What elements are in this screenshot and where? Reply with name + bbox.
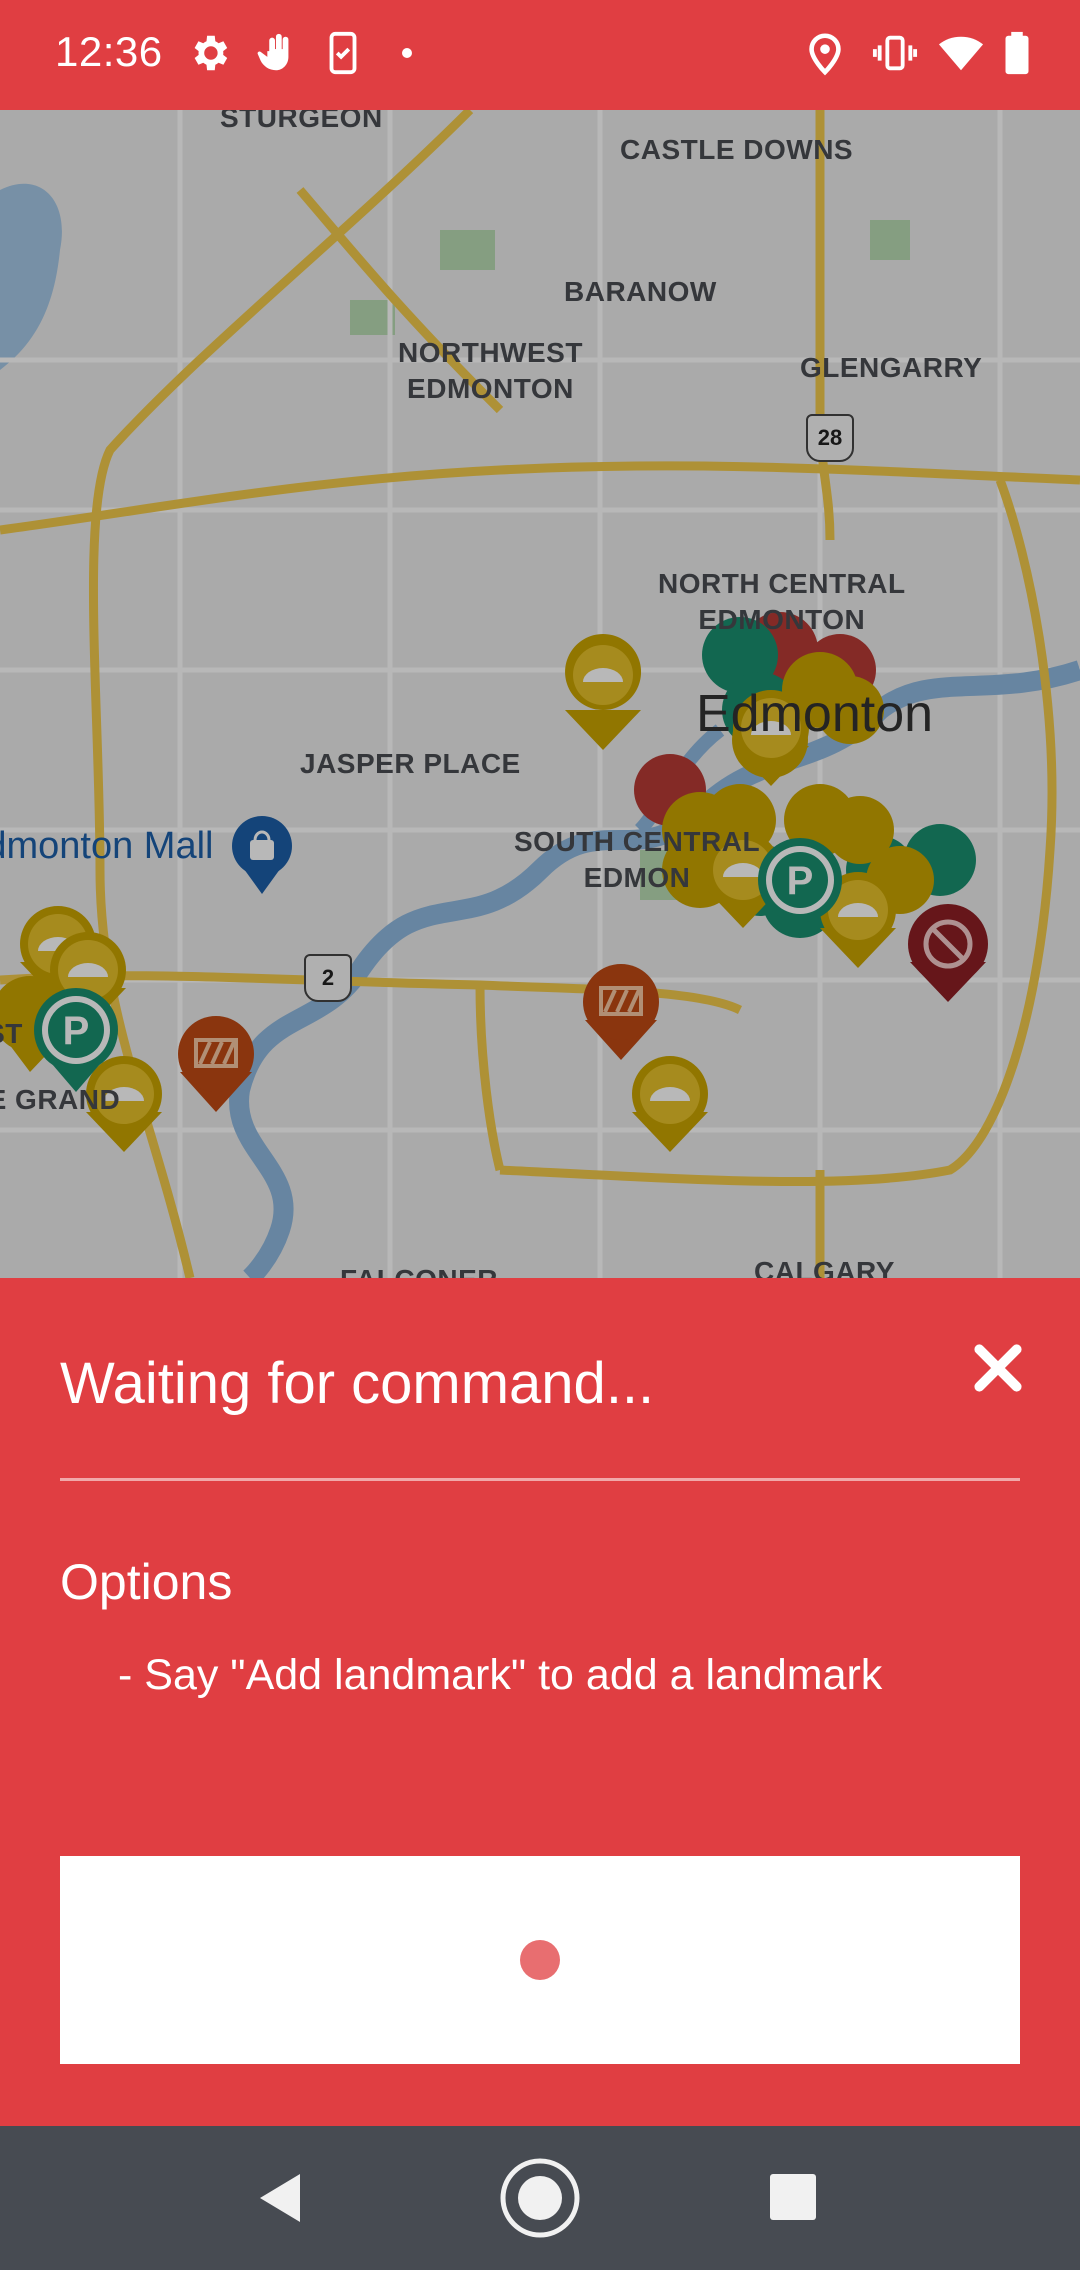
location-pin-icon <box>802 30 848 76</box>
wifi-icon <box>938 30 984 76</box>
listening-indicator-icon <box>520 1940 560 1980</box>
voice-command-panel: Waiting for command... Options - Say "Ad… <box>0 1278 1080 2126</box>
map-dim-overlay <box>0 110 1080 1278</box>
map-view[interactable]: P P STURGEON CASTLE DOWNS BARANOW NORTHW… <box>0 110 1080 1278</box>
option-item: - Say "Add landmark" to add a landmark <box>118 1651 883 1699</box>
close-icon[interactable] <box>970 1340 1026 1396</box>
screen-rotate-icon <box>320 30 366 76</box>
navigation-bar <box>0 2126 1080 2270</box>
settings-gear-icon <box>186 30 232 76</box>
back-triangle-icon[interactable] <box>240 2158 320 2238</box>
panel-title: Waiting for command... <box>60 1351 655 1416</box>
options-heading: Options <box>60 1554 233 1610</box>
notification-dot-icon <box>392 30 422 76</box>
recents-square-icon[interactable] <box>754 2158 834 2238</box>
panel-divider <box>60 1478 1020 1481</box>
home-circle-icon[interactable] <box>500 2158 580 2238</box>
touch-gesture-icon <box>252 30 298 76</box>
battery-icon <box>1000 30 1034 76</box>
vibrate-icon <box>872 30 918 76</box>
listening-button[interactable] <box>60 1856 1020 2064</box>
status-time: 12:36 <box>55 28 163 75</box>
status-bar: 12:36 <box>0 0 1080 110</box>
